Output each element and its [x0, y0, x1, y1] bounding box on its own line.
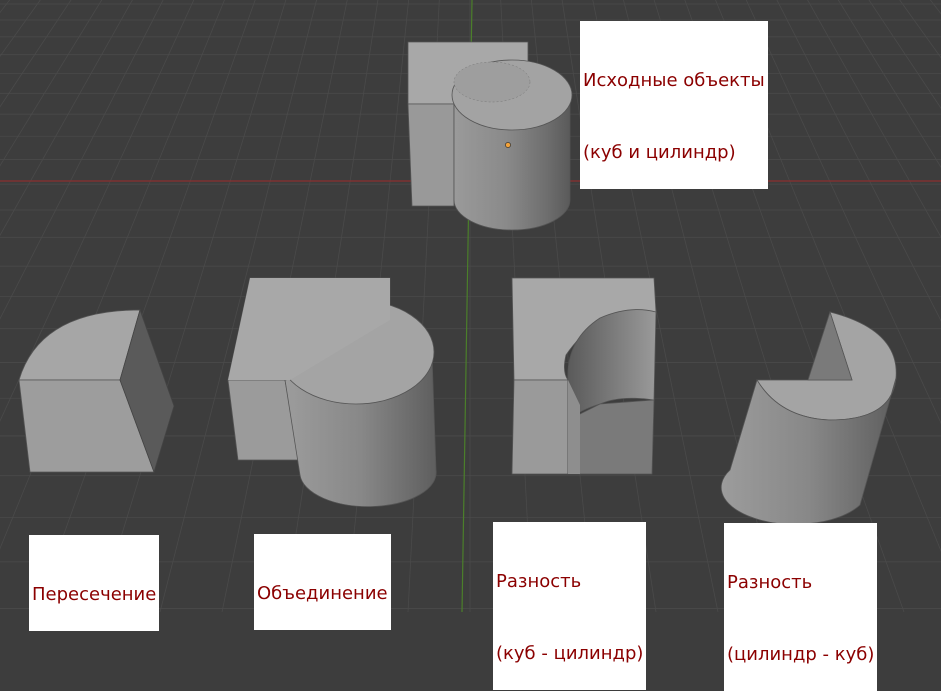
label-intersection-line1: Пересечение [32, 584, 157, 605]
label-difference-cylinder-cube: Разность (цилиндр - куб) [724, 523, 878, 691]
label-source-objects: Исходные объекты (куб и цилиндр) [580, 21, 768, 189]
3d-viewport[interactable] [0, 0, 941, 612]
origin-marker [505, 142, 511, 148]
source-objects[interactable] [407, 41, 573, 231]
label-union: Объединение [254, 534, 391, 630]
label-diff-cc-line1: Разность [496, 571, 582, 592]
difference-cube-minus-cylinder[interactable] [511, 277, 657, 475]
label-intersection: Пересечение [29, 535, 160, 631]
union-object[interactable] [227, 277, 437, 507]
label-diff-cyc-line2: (цилиндр - куб) [727, 644, 875, 665]
intersection-object[interactable] [18, 308, 175, 474]
label-union-line1: Объединение [257, 583, 388, 604]
label-source-line2: (куб и цилиндр) [583, 142, 736, 163]
difference-cylinder-minus-cube[interactable] [720, 310, 897, 525]
label-diff-cc-line2: (куб - цилиндр) [496, 643, 644, 664]
label-difference-cube-cylinder: Разность (куб - цилиндр) [493, 522, 647, 690]
label-source-line1: Исходные объекты [583, 70, 765, 91]
label-diff-cyc-line1: Разность [727, 572, 813, 593]
